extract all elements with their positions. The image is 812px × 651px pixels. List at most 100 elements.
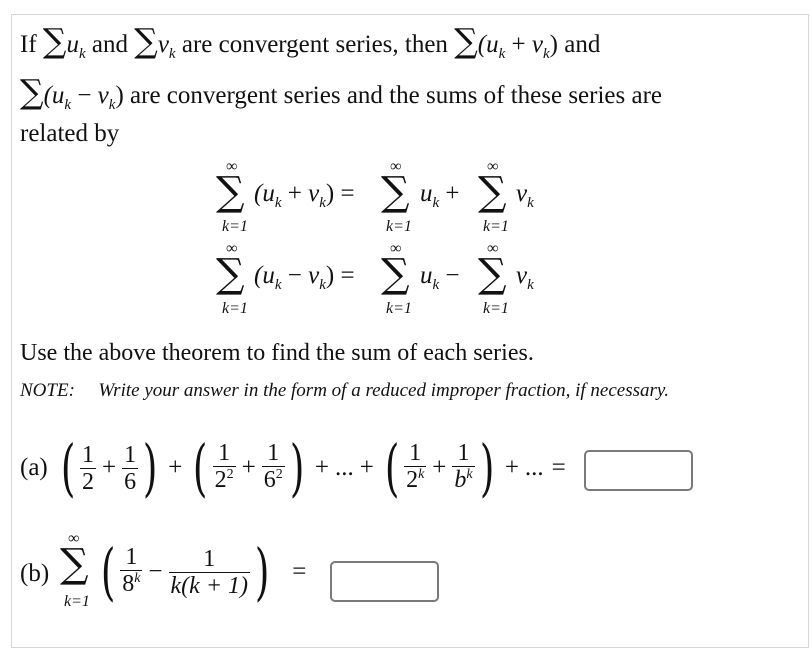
op: − xyxy=(445,262,460,289)
lower-limit: k=1 xyxy=(222,218,248,235)
lhs-open-u: (u xyxy=(254,262,275,289)
rhs-v: vk xyxy=(516,262,534,293)
op-minus: − xyxy=(148,558,163,585)
intro-line-1: If ∑uk and ∑vk are convergent series, th… xyxy=(20,24,600,64)
lower-limit: k=1 xyxy=(64,593,90,610)
equals: = xyxy=(340,180,355,207)
var-v: v xyxy=(516,180,528,207)
op-plus: + xyxy=(101,454,117,481)
rhs-u: uk − xyxy=(420,262,460,293)
subscript-k: k xyxy=(527,195,534,211)
intro-line-2: ∑(uk − vk) are convergent series and the… xyxy=(20,75,662,115)
denominator: 2k xyxy=(404,465,427,497)
sigma-icon: ∑ xyxy=(60,541,89,587)
subscript-k: k xyxy=(527,277,534,293)
text-rest: are convergent series and the sums of th… xyxy=(130,82,663,109)
expr-open-u: (u xyxy=(477,31,499,58)
paren-open: ( xyxy=(100,535,116,608)
op-plus: + xyxy=(241,454,256,481)
subscript-k: k xyxy=(432,277,440,293)
denominator: k(k + 1) xyxy=(168,571,251,599)
var-v: v xyxy=(308,262,320,289)
lower-limit: k=1 xyxy=(483,218,509,235)
numerator: 1 xyxy=(218,439,231,466)
expr-open-u: (u xyxy=(43,82,65,109)
op-plus: + xyxy=(314,454,329,481)
sigma-icon: ∑ xyxy=(42,21,67,60)
sigma-icon: ∑ xyxy=(381,169,410,215)
fraction: 1 22 xyxy=(212,439,236,497)
instruction-text: Use the above theorem to find the sum of… xyxy=(20,340,534,366)
denominator: 22 xyxy=(212,465,236,497)
subscript-k: k xyxy=(168,46,176,62)
paren-close: ) xyxy=(254,535,270,608)
numerator: 1 xyxy=(409,439,422,466)
rhs-v: vk xyxy=(516,180,534,211)
part-a-label: (a) xyxy=(20,454,48,481)
var-v: v xyxy=(531,31,543,58)
op-minus: − xyxy=(77,82,92,109)
answer-input-b[interactable] xyxy=(330,561,439,602)
lower-limit: k=1 xyxy=(483,300,509,317)
subscript-k: k xyxy=(108,97,116,113)
fraction: 1 bk xyxy=(452,440,475,497)
text-and: and xyxy=(564,31,601,58)
lower-limit: k=1 xyxy=(386,300,412,317)
subscript-k: k xyxy=(274,195,282,211)
sigma-icon: ∑ xyxy=(216,169,245,215)
lower-limit: k=1 xyxy=(222,300,248,317)
op: − xyxy=(287,262,302,289)
answer-input-a[interactable] xyxy=(584,450,693,491)
denominator: 2 xyxy=(79,467,96,495)
equals: = xyxy=(340,262,355,289)
lhs-expression: (uk − vk) = xyxy=(254,262,355,293)
op: + xyxy=(287,180,302,207)
subscript-k: k xyxy=(64,97,72,113)
subscript-k: k xyxy=(274,277,282,293)
sigma-icon: ∑ xyxy=(216,251,245,297)
paren-close: ) xyxy=(142,431,158,504)
note-label: NOTE: xyxy=(20,380,75,401)
op-plus: + xyxy=(359,454,374,481)
sigma-icon: ∑ xyxy=(134,21,158,60)
fraction: 1 k(k + 1) xyxy=(168,546,251,599)
part-b-label: (b) xyxy=(20,560,50,587)
subscript-k: k xyxy=(319,277,326,293)
subscript-k: k xyxy=(319,195,326,211)
paren-close: ) xyxy=(549,31,558,58)
sigma-icon: ∑ xyxy=(454,21,478,60)
equals: = xyxy=(292,558,307,585)
numerator: 1 xyxy=(267,439,280,466)
subscript-k: k xyxy=(498,46,506,62)
sigma-icon: ∑ xyxy=(381,251,410,297)
var-v: v xyxy=(308,180,320,207)
var-v: v xyxy=(516,262,528,289)
text-middle: are convergent series, then xyxy=(181,31,448,58)
paren-open: ( xyxy=(384,431,400,504)
text-if: If xyxy=(20,31,37,58)
denominator: 6 xyxy=(122,467,139,495)
numerator: 1 xyxy=(125,543,138,570)
paren-close: ) xyxy=(115,82,124,109)
subscript-k: k xyxy=(78,46,86,62)
fraction: 16 xyxy=(122,441,139,495)
ellipsis: ... xyxy=(524,454,544,481)
var-u: u xyxy=(66,31,79,58)
var-u: u xyxy=(420,180,433,207)
numerator: 1 xyxy=(124,441,137,468)
op-plus: + xyxy=(511,31,526,58)
op: + xyxy=(445,180,460,207)
lower-limit: k=1 xyxy=(386,218,412,235)
paren-close: ) xyxy=(325,262,335,289)
fraction: 1 62 xyxy=(261,439,285,497)
sigma-icon: ∑ xyxy=(20,72,44,111)
note-text: Write your answer in the form of a reduc… xyxy=(98,380,670,401)
lhs-expression: (uk + vk) = xyxy=(254,180,355,211)
sigma-icon: ∑ xyxy=(478,169,507,215)
paren-close: ) xyxy=(325,180,335,207)
op-plus: + xyxy=(168,454,183,481)
text-and: and xyxy=(91,31,128,58)
denominator: 62 xyxy=(261,465,285,497)
part-b-expression: ( 1 8k − 1 k(k + 1) ) = xyxy=(96,532,316,612)
sigma-icon: ∑ xyxy=(478,251,507,297)
